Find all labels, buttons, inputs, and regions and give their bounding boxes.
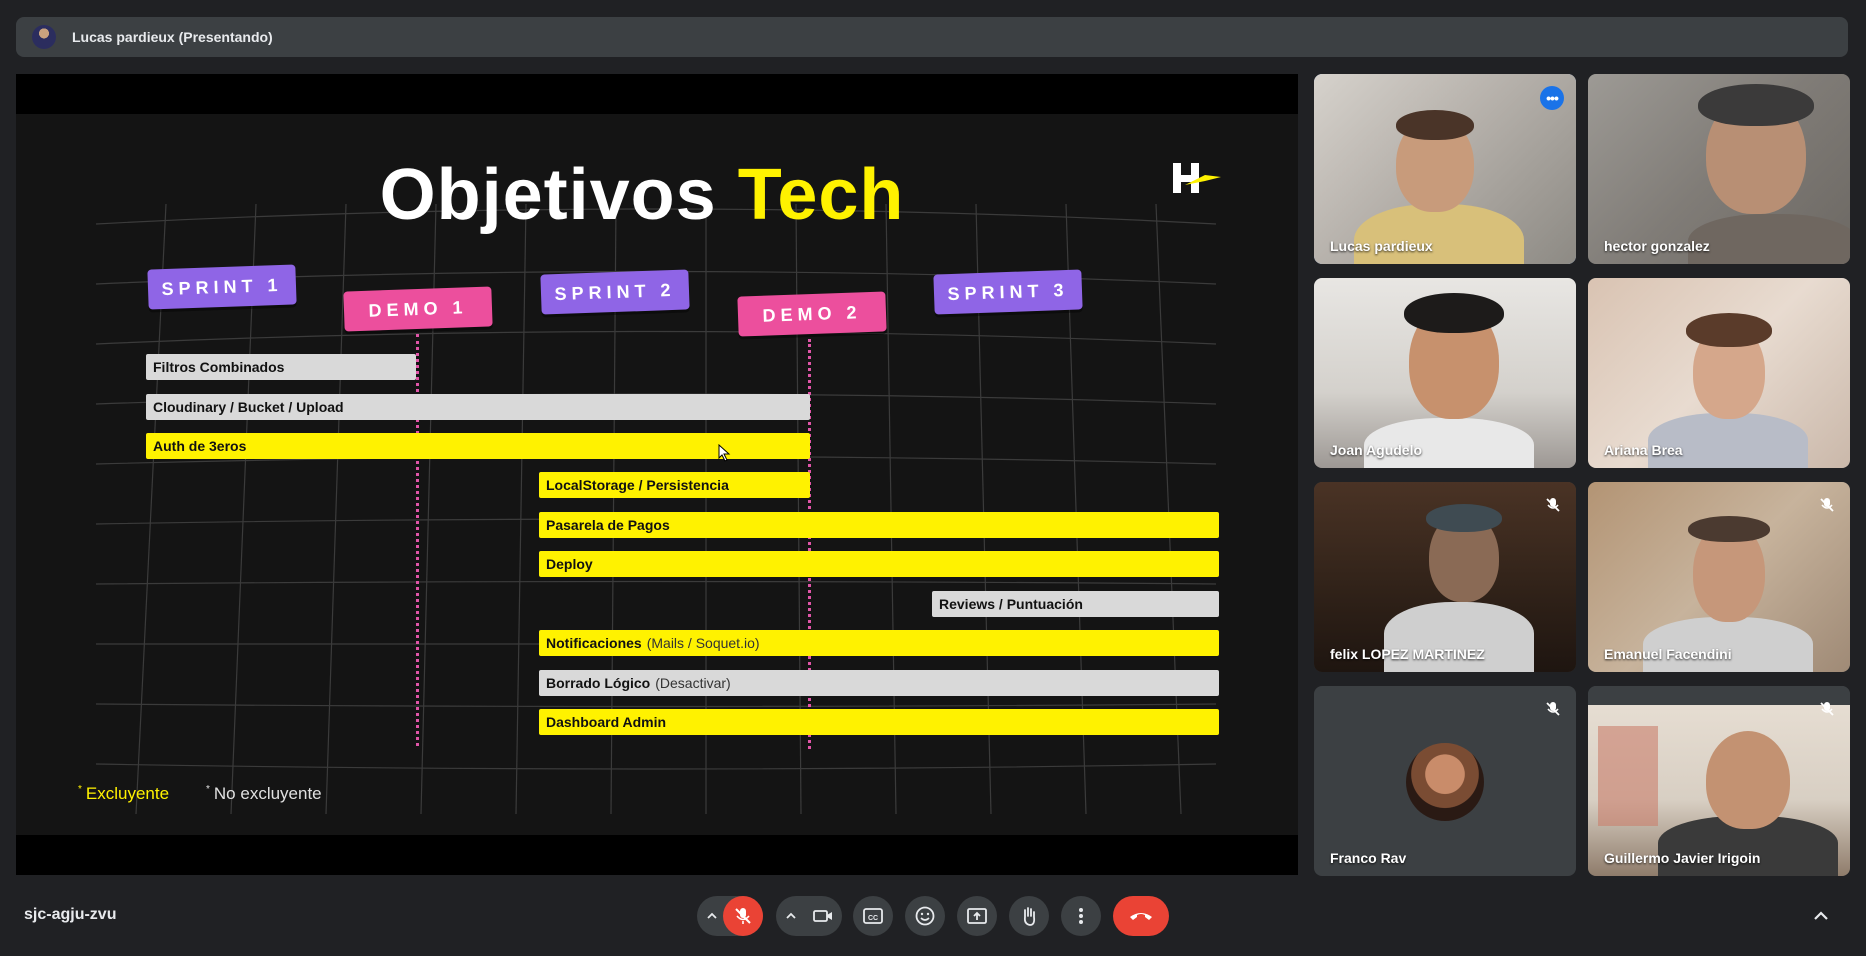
participant-name: Emanuel Facendini xyxy=(1604,646,1732,662)
task-bar: Auth de 3eros xyxy=(146,433,810,459)
sprint-3-badge: SPRINT 3 xyxy=(933,269,1083,315)
presenter-bar: Lucas pardieux (Presentando) xyxy=(16,17,1848,57)
mic-toggle-button[interactable] xyxy=(723,896,763,936)
presentation-slide: Objetivos Tech SPRINT 1 DEMO 1 SPRINT 2 … xyxy=(16,74,1298,875)
mic-off-icon xyxy=(1546,702,1560,716)
more-options-icon xyxy=(1079,908,1083,924)
participant-video xyxy=(1588,482,1850,672)
task-bar: Borrado Lógico (Desactivar) xyxy=(539,670,1219,696)
participant-name: Joan Agudelo xyxy=(1330,442,1423,458)
present-icon xyxy=(967,908,987,924)
participant-name: Guillermo Javier Irigoin xyxy=(1604,850,1761,866)
participant-video xyxy=(1314,482,1576,672)
participant-video xyxy=(1588,278,1850,468)
participant-video xyxy=(1588,74,1850,264)
end-call-button[interactable] xyxy=(1113,896,1169,936)
slide-canvas: Objetivos Tech SPRINT 1 DEMO 1 SPRINT 2 … xyxy=(16,114,1298,835)
raise-hand-button[interactable] xyxy=(1009,896,1049,936)
raise-hand-icon xyxy=(1023,907,1036,926)
participant-tile[interactable]: Joan Agudelo xyxy=(1314,278,1576,468)
sprint-2-badge: SPRINT 2 xyxy=(540,269,690,315)
mic-off-icon xyxy=(1820,498,1834,512)
task-bar: Deploy xyxy=(539,551,1219,577)
camera-icon[interactable] xyxy=(812,906,834,926)
mouse-pointer-icon xyxy=(718,444,731,462)
participant-video xyxy=(1588,686,1850,876)
task-bar: Pasarela de Pagos xyxy=(539,512,1219,538)
slide-title: Objetivos Tech xyxy=(16,154,1268,236)
task-bar: Cloudinary / Bucket / Upload xyxy=(146,394,810,420)
meeting-code: sjc-agju-zvu xyxy=(24,906,117,923)
legend-optional: * No excluyente xyxy=(206,784,322,803)
emoji-button[interactable] xyxy=(905,896,945,936)
participant-avatar xyxy=(1406,743,1484,821)
participant-name: Lucas pardieux xyxy=(1330,238,1433,254)
chevron-up-icon[interactable] xyxy=(784,909,798,923)
task-bar: Notificaciones (Mails / Soquet.io) xyxy=(539,630,1219,656)
demo-1-badge: DEMO 1 xyxy=(343,286,493,332)
sprint-1-badge: SPRINT 1 xyxy=(147,264,297,310)
task-bar: Dashboard Admin xyxy=(539,709,1219,735)
more-options-button[interactable] xyxy=(1061,896,1101,936)
legend-required: * Excluyente xyxy=(78,784,170,803)
participant-tile[interactable]: ••• Lucas pardieux xyxy=(1314,74,1576,264)
end-call-icon xyxy=(1130,913,1152,920)
participant-tile[interactable]: hector gonzalez xyxy=(1588,74,1850,264)
present-button[interactable] xyxy=(957,896,997,936)
captions-icon: CC xyxy=(863,908,883,924)
mic-off-icon xyxy=(735,908,751,924)
participant-tile[interactable]: Ariana Brea xyxy=(1588,278,1850,468)
camera-group xyxy=(776,896,842,936)
more-options-icon[interactable]: ••• xyxy=(1540,86,1564,110)
presenter-avatar xyxy=(32,25,56,49)
captions-button[interactable]: CC xyxy=(853,896,893,936)
participant-name: felix LOPEZ MARTINEZ xyxy=(1330,646,1485,662)
participant-video xyxy=(1314,74,1576,264)
demo-2-badge: DEMO 2 xyxy=(737,291,887,337)
participant-tile[interactable]: Guillermo Javier Irigoin xyxy=(1588,686,1850,876)
participant-name: Ariana Brea xyxy=(1604,442,1683,458)
participant-name: hector gonzalez xyxy=(1604,238,1710,254)
participant-tile[interactable]: Franco Rav xyxy=(1314,686,1576,876)
participant-tile[interactable]: Emanuel Facendini xyxy=(1588,482,1850,672)
task-bar: Reviews / Puntuación xyxy=(932,591,1219,617)
presenter-label: Lucas pardieux (Presentando) xyxy=(72,29,273,45)
slide-title-part1: Objetivos xyxy=(379,155,717,235)
participant-name: Franco Rav xyxy=(1330,850,1407,866)
participant-video xyxy=(1314,278,1576,468)
svg-text:CC: CC xyxy=(868,915,878,922)
chevron-up-icon[interactable] xyxy=(705,909,719,923)
mic-off-icon xyxy=(1546,498,1560,512)
mic-off-icon xyxy=(1820,702,1834,716)
participant-tile[interactable]: felix LOPEZ MARTINEZ xyxy=(1314,482,1576,672)
task-bar: Filtros Combinados xyxy=(146,354,416,380)
henry-logo-icon xyxy=(1173,163,1221,193)
task-bar: LocalStorage / Persistencia xyxy=(539,472,810,498)
slide-title-part2: Tech xyxy=(737,155,905,235)
emoji-icon xyxy=(915,906,935,926)
chevron-up-icon[interactable] xyxy=(1810,905,1832,927)
